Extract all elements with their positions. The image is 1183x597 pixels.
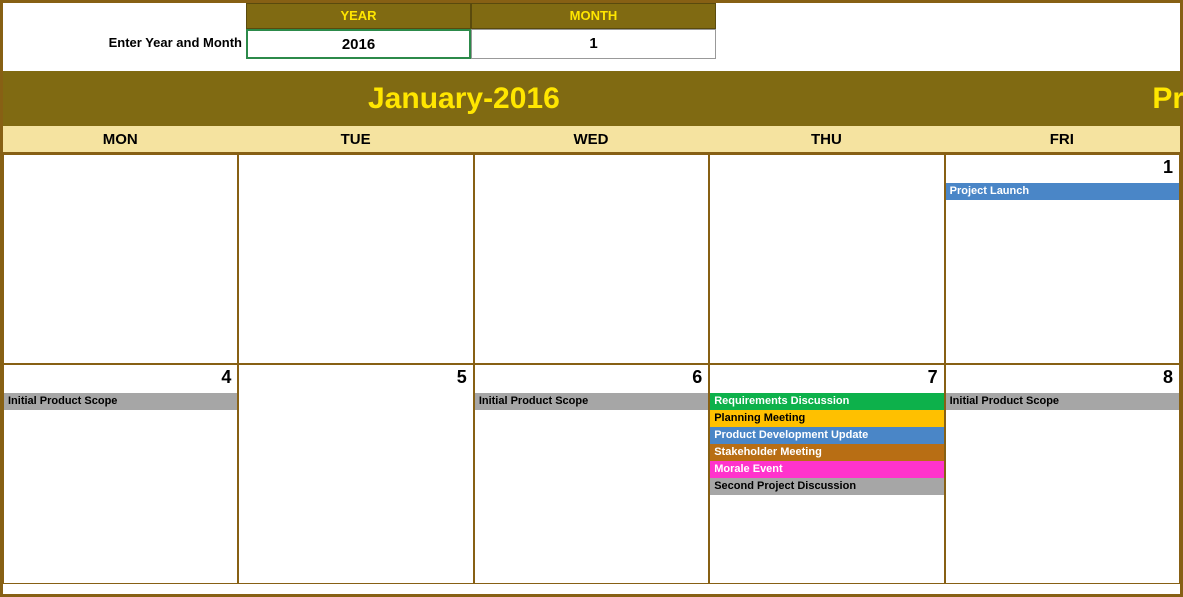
day-cell[interactable]: 8 Initial Product Scope xyxy=(945,364,1180,584)
day-header-mon: MON xyxy=(3,126,238,152)
day-header-fri: FRI xyxy=(945,126,1180,152)
day-number: 7 xyxy=(928,367,938,388)
event-item[interactable]: Stakeholder Meeting xyxy=(710,444,943,461)
day-number: 4 xyxy=(221,367,231,388)
day-header-tue: TUE xyxy=(238,126,473,152)
year-input[interactable]: 2016 xyxy=(246,29,471,59)
day-number: 8 xyxy=(1163,367,1173,388)
week-row: 4 Initial Product Scope 5 6 Initial Product … xyxy=(3,364,1180,584)
events-container: Initial Product Scope xyxy=(475,393,708,410)
week-row: 1 Project Launch xyxy=(3,154,1180,364)
day-header-wed: WED xyxy=(474,126,709,152)
day-cell[interactable]: 5 xyxy=(238,364,473,584)
day-cell[interactable] xyxy=(709,154,944,364)
year-header: YEAR xyxy=(246,3,471,29)
events-container: Project Launch xyxy=(946,183,1179,200)
event-item[interactable]: Morale Event xyxy=(710,461,943,478)
month-header: MONTH xyxy=(471,3,716,29)
day-cell[interactable] xyxy=(238,154,473,364)
day-cell[interactable] xyxy=(474,154,709,364)
day-number: 5 xyxy=(457,367,467,388)
events-container: Initial Product Scope xyxy=(946,393,1179,410)
title-bar: January-2016 Pr xyxy=(3,71,1180,126)
day-cell[interactable]: 6 Initial Product Scope xyxy=(474,364,709,584)
day-cell[interactable]: 7 Requirements DiscussionPlanning Meeting… xyxy=(709,364,944,584)
event-item[interactable]: Initial Product Scope xyxy=(4,393,237,410)
event-item[interactable]: Product Development Update xyxy=(710,427,943,444)
day-number: 6 xyxy=(692,367,702,388)
input-row: Enter Year and Month YEAR MONTH 2016 1 xyxy=(3,3,1180,63)
day-cell[interactable]: 1 Project Launch xyxy=(945,154,1180,364)
event-item[interactable]: Requirements Discussion xyxy=(710,393,943,410)
event-item[interactable]: Initial Product Scope xyxy=(946,393,1179,410)
calendar-grid: 1Project Launch 4Initial Product Scope56… xyxy=(3,154,1180,584)
month-input[interactable]: 1 xyxy=(471,29,716,59)
day-cell[interactable] xyxy=(3,154,238,364)
event-item[interactable]: Second Project Discussion xyxy=(710,478,943,495)
events-container: Requirements DiscussionPlanning MeetingP… xyxy=(710,393,943,495)
day-number: 1 xyxy=(1163,157,1173,178)
event-item[interactable]: Planning Meeting xyxy=(710,410,943,427)
input-cells: 2016 1 xyxy=(246,29,716,59)
input-headers: YEAR MONTH xyxy=(246,3,716,29)
day-header-thu: THU xyxy=(709,126,944,152)
events-container: Initial Product Scope xyxy=(4,393,237,410)
input-label: Enter Year and Month xyxy=(3,35,246,50)
right-title-partial: Pr xyxy=(1152,82,1183,116)
month-title: January-2016 xyxy=(368,82,560,116)
event-item[interactable]: Initial Product Scope xyxy=(475,393,708,410)
day-headers: MON TUE WED THU FRI xyxy=(3,126,1180,154)
day-cell[interactable]: 4 Initial Product Scope xyxy=(3,364,238,584)
event-item[interactable]: Project Launch xyxy=(946,183,1179,200)
